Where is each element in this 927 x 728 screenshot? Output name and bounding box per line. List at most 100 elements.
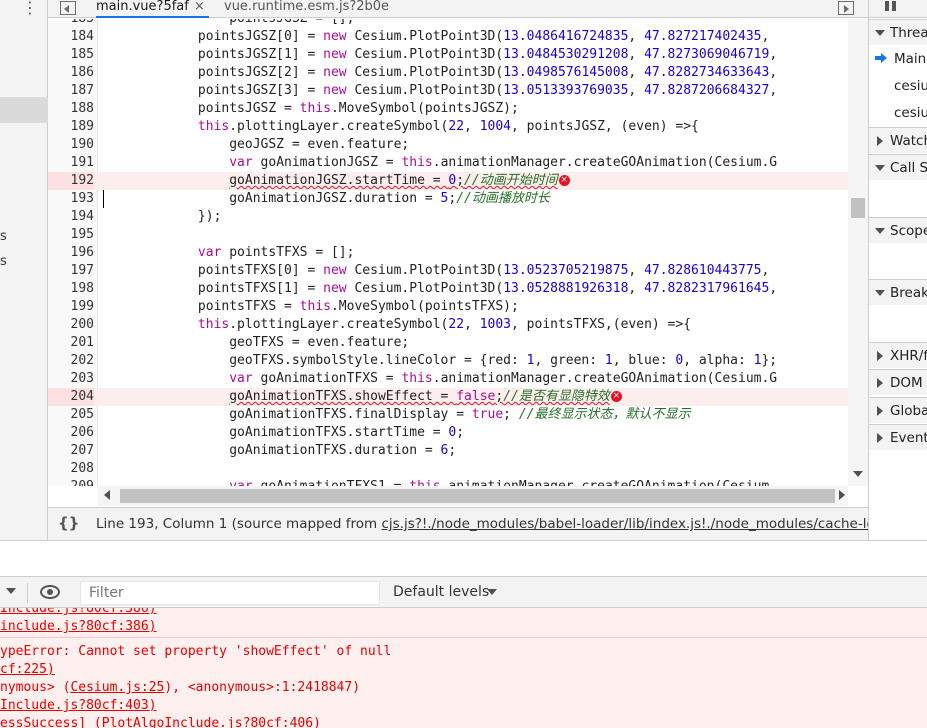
stack-frame-link[interactable]: include.js?80cf:386) — [0, 619, 157, 634]
log-levels-dropdown[interactable]: Default levels — [393, 584, 489, 600]
code-line[interactable]: 195 — [48, 226, 848, 244]
code-line[interactable]: 205 goAnimationTFXS.finalDisplay = true;… — [48, 406, 848, 424]
line-number[interactable]: 208 — [48, 460, 94, 478]
stack-frame-link[interactable]: Include.js?80cf:386) — [0, 608, 157, 616]
line-number[interactable]: 190 — [48, 136, 94, 154]
code-line[interactable]: 187 pointsJGSZ[3] = new Cesium.PlotPoint… — [48, 82, 848, 100]
line-number[interactable]: 185 — [48, 46, 94, 64]
line-number[interactable]: 205 — [48, 406, 94, 424]
thread-item[interactable]: cesiu — [869, 100, 927, 126]
section-event-listener-breakpoints[interactable]: Event Listener Breakpoints — [869, 424, 927, 450]
code-line[interactable]: 208 — [48, 460, 848, 478]
code-line[interactable]: 184 pointsJGSZ[0] = new Cesium.PlotPoint… — [48, 28, 848, 46]
section-threads[interactable]: Threads — [869, 19, 927, 45]
code-line[interactable]: 209 var goAnimationTFXS1 = this.animatio… — [48, 478, 848, 486]
thread-item[interactable]: Main — [869, 46, 927, 72]
section-watch[interactable]: Watch — [869, 127, 927, 153]
section-call-stack[interactable]: Call Stack — [869, 154, 927, 180]
line-number[interactable]: 199 — [48, 298, 94, 316]
code-line[interactable]: 194 }); — [48, 208, 848, 226]
scroll-right-icon[interactable] — [839, 490, 845, 500]
scroll-down-icon[interactable] — [853, 471, 863, 477]
stack-frame-link[interactable]: Cesium.js:25 — [70, 680, 164, 695]
thread-item[interactable]: cesiu — [869, 73, 927, 99]
live-expression-eye-icon[interactable] — [40, 585, 60, 599]
line-number[interactable]: 183 — [48, 19, 94, 28]
section-global-listeners[interactable]: Global Listeners — [869, 397, 927, 423]
more-options-icon[interactable]: ⋮ — [22, 0, 38, 17]
code-line[interactable]: 196 var pointsTFXS = []; — [48, 244, 848, 262]
context-dropdown-icon[interactable] — [6, 588, 16, 594]
section-scope[interactable]: Scope — [869, 217, 927, 243]
code-line[interactable]: 185 pointsJGSZ[1] = new Cesium.PlotPoint… — [48, 46, 848, 64]
code-line[interactable]: 188 pointsJGSZ = this.MoveSymbol(pointsJ… — [48, 100, 848, 118]
tab-vue-runtime[interactable]: vue.runtime.esm.js?2b0e — [224, 0, 389, 18]
section-xhr-breakpoints[interactable]: XHR/fetch Breakpoints — [869, 342, 927, 368]
code-text: pointsJGSZ[1] = new Cesium.PlotPoint3D(1… — [104, 46, 777, 64]
chevron-down-icon[interactable] — [487, 589, 497, 595]
navigator-item-fragment[interactable]: s — [0, 229, 7, 244]
scroll-left-icon[interactable] — [104, 490, 110, 500]
vertical-scrollbar[interactable] — [848, 19, 868, 486]
code-line[interactable]: 207 goAnimationTFXS.duration = 6; — [48, 442, 848, 460]
line-number[interactable]: 206 — [48, 424, 94, 442]
code-line[interactable]: 202 geoTFXS.symbolStyle.lineColor = {red… — [48, 352, 848, 370]
line-number[interactable]: 196 — [48, 244, 94, 262]
code-line[interactable]: 190 geoJGSZ = even.feature; — [48, 136, 848, 154]
line-number[interactable]: 209 — [48, 478, 94, 486]
line-number[interactable]: 197 — [48, 262, 94, 280]
section-breakpoints[interactable]: Breakpoints — [869, 279, 927, 305]
line-number[interactable]: 186 — [48, 64, 94, 82]
line-number[interactable]: 195 — [48, 226, 94, 244]
line-number[interactable]: 189 — [48, 118, 94, 136]
vertical-scroll-thumb[interactable] — [851, 198, 865, 218]
line-number[interactable]: 207 — [48, 442, 94, 460]
pretty-print-icon[interactable]: {} — [58, 514, 79, 532]
toggle-debugger-icon[interactable] — [838, 1, 854, 15]
code-line[interactable]: 203 var goAnimationTFXS = this.animation… — [48, 370, 848, 388]
stack-frame-link[interactable]: cf:225) — [0, 662, 55, 677]
line-number[interactable]: 194 — [48, 208, 94, 226]
tab-main-vue[interactable]: main.vue?5faf — [96, 0, 209, 18]
line-number[interactable]: 191 — [48, 154, 94, 172]
line-number[interactable]: 188 — [48, 100, 94, 118]
line-number[interactable]: 192 — [48, 172, 94, 190]
line-number[interactable]: 198 — [48, 280, 94, 298]
stack-frame-text[interactable]: essSuccess] (PlotAlgoInclude.js?80cf:406… — [0, 716, 321, 728]
error-icon[interactable]: × — [558, 175, 570, 186]
close-tab-icon[interactable]: × — [194, 0, 205, 16]
code-line[interactable]: 189 this.plottingLayer.createSymbol(22, … — [48, 118, 848, 136]
code-line[interactable]: 183 pointsJGSZ = []; — [48, 19, 848, 28]
line-number[interactable]: 187 — [48, 82, 94, 100]
code-line[interactable]: 186 pointsJGSZ[2] = new Cesium.PlotPoint… — [48, 64, 848, 82]
source-map-link[interactable]: cjs.js?!./node_modules/babel-loader/lib/… — [381, 516, 868, 532]
code-view[interactable]: 183 pointsJGSZ = [];184 pointsJGSZ[0] = … — [48, 19, 848, 486]
line-number[interactable]: 193 — [48, 190, 94, 208]
code-line[interactable]: 201 geoTFXS = even.feature; — [48, 334, 848, 352]
line-number[interactable]: 202 — [48, 352, 94, 370]
code-line[interactable]: 192 goAnimationJGSZ.startTime = 0;//动画开始… — [48, 172, 848, 190]
line-number[interactable]: 203 — [48, 370, 94, 388]
code-line[interactable]: 191 var goAnimationJGSZ = this.animation… — [48, 154, 848, 172]
line-number[interactable]: 201 — [48, 334, 94, 352]
pause-icon[interactable] — [885, 1, 897, 11]
code-line[interactable]: 200 this.plottingLayer.createSymbol(22, … — [48, 316, 848, 334]
navigator-item-fragment[interactable]: s — [0, 254, 7, 269]
toggle-navigator-icon[interactable] — [60, 1, 76, 15]
horizontal-scroll-thumb[interactable] — [120, 489, 835, 503]
line-number[interactable]: 184 — [48, 28, 94, 46]
code-line[interactable]: 198 pointsTFXS[1] = new Cesium.PlotPoint… — [48, 280, 848, 298]
code-line[interactable]: 206 goAnimationTFXS.startTime = 0; — [48, 424, 848, 442]
code-line[interactable]: 204 goAnimationTFXS.showEffect = false;/… — [48, 388, 848, 406]
stack-frame-link[interactable]: Include.js?80cf:403) — [0, 698, 157, 713]
code-line[interactable]: 197 pointsTFXS[0] = new Cesium.PlotPoint… — [48, 262, 848, 280]
navigator-selected-item[interactable] — [0, 97, 48, 123]
console-filter-input[interactable] — [80, 581, 380, 605]
section-dom-breakpoints[interactable]: DOM Breakpoints — [869, 369, 927, 395]
code-line[interactable]: 199 pointsTFXS = this.MoveSymbol(pointsT… — [48, 298, 848, 316]
horizontal-scrollbar[interactable] — [98, 486, 848, 506]
code-line[interactable]: 193 goAnimationJGSZ.duration = 5;//动画播放时… — [48, 190, 848, 208]
line-number[interactable]: 204 — [48, 388, 94, 406]
error-icon[interactable]: × — [610, 391, 622, 402]
line-number[interactable]: 200 — [48, 316, 94, 334]
